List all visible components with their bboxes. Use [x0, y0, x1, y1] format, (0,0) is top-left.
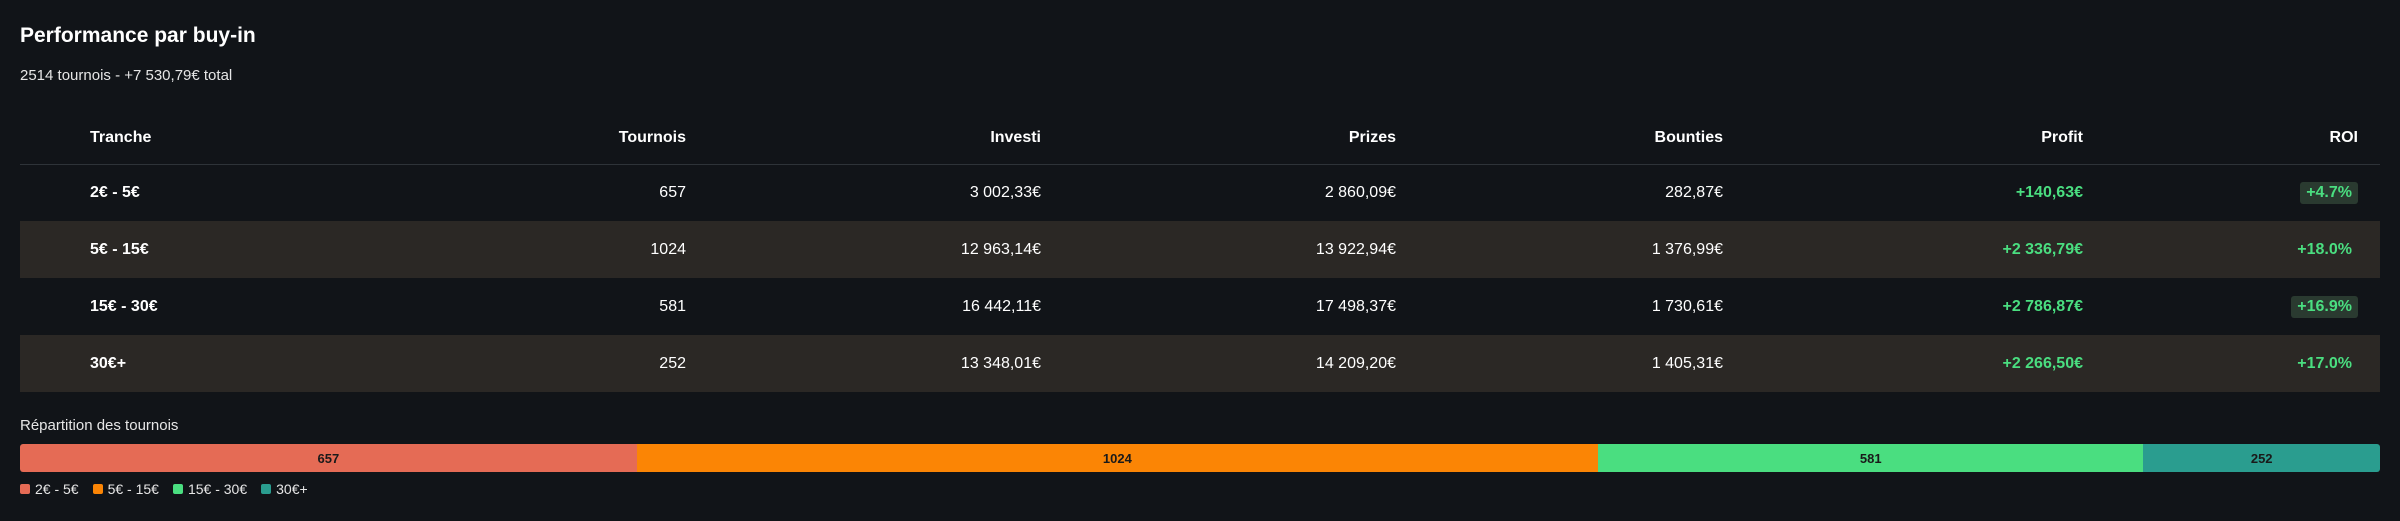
column-header-profit[interactable]: Profit [1723, 112, 2083, 164]
cell-investi: 13 348,01€ [960, 354, 1041, 372]
table-row[interactable]: 2€ - 5€ 657 3 002,33€ 2 860,09€ 282,87€ … [20, 164, 2380, 221]
distribution-label: Répartition des tournois [20, 417, 179, 434]
cell-investi: 16 442,11€ [962, 297, 1041, 315]
cell-prizes: 13 922,94€ [1315, 240, 1396, 258]
cell-tranche: 2€ - 5€ [90, 183, 140, 201]
cell-roi: +18.0% [2083, 221, 2380, 278]
cell-tournois: 581 [659, 297, 686, 315]
panel-subtitle: 2514 tournois - +7 530,79€ total [20, 67, 233, 84]
table-row[interactable]: 30€+ 252 13 348,01€ 14 209,20€ 1 405,31€… [20, 335, 2380, 392]
panel-title: Performance par buy-in [20, 24, 256, 47]
table-row[interactable]: 15€ - 30€ 581 16 442,11€ 17 498,37€ 1 73… [20, 278, 2380, 335]
cell-tranche: 15€ - 30€ [90, 297, 158, 315]
distribution-bar: 657 1024 581 252 [20, 444, 2380, 472]
cell-bounties: 1 730,61€ [1651, 297, 1723, 315]
column-header-investi[interactable]: Investi [686, 112, 1041, 164]
cell-profit: +2 266,50€ [2002, 354, 2083, 372]
distribution-segment-label: 657 [317, 450, 340, 466]
table-row[interactable]: 5€ - 15€ 1024 12 963,14€ 13 922,94€ 1 37… [20, 221, 2380, 278]
distribution-segment-label: 581 [1859, 450, 1882, 466]
cell-prizes: 14 209,20€ [1315, 354, 1396, 372]
roi-badge: +4.7% [2300, 181, 2358, 204]
legend-swatch [92, 484, 103, 494]
distribution-segment[interactable]: 581 [1598, 444, 2144, 472]
cell-investi: 12 963,14€ [960, 240, 1041, 258]
legend-label: 2€ - 5€ [35, 481, 79, 497]
cell-roi: +17.0% [2083, 335, 2380, 392]
distribution-segment-label: 252 [2250, 450, 2273, 466]
cell-prizes: 17 498,37€ [1315, 297, 1396, 315]
distribution-segment-label: 1024 [1102, 450, 1132, 466]
legend-swatch [172, 484, 183, 494]
column-header-prizes[interactable]: Prizes [1041, 112, 1396, 164]
distribution-segment[interactable]: 1024 [636, 444, 1599, 472]
column-header-bounties[interactable]: Bounties [1396, 112, 1723, 164]
cell-roi: +4.7% [2083, 164, 2380, 221]
cell-profit: +140,63€ [2015, 183, 2083, 201]
legend-swatch [20, 484, 30, 494]
cell-bounties: 1 405,31€ [1651, 354, 1723, 372]
cell-bounties: 282,87€ [1665, 183, 1723, 201]
legend-label: 5€ - 15€ [107, 481, 159, 497]
legend-item: 30€+ [261, 481, 308, 497]
legend-label: 30€+ [276, 481, 308, 497]
buyin-performance-panel: Performance par buy-in 2514 tournois - +… [0, 0, 2400, 521]
cell-tournois: 252 [659, 354, 686, 372]
cell-roi: +16.9% [2083, 278, 2380, 335]
cell-investi: 3 002,33€ [969, 183, 1041, 201]
roi-value: +17.0% [2297, 354, 2352, 372]
cell-tournois: 1024 [650, 240, 686, 258]
cell-profit: +2 336,79€ [2002, 240, 2083, 258]
cell-profit: +2 786,87€ [2002, 297, 2083, 315]
column-header-tranche[interactable]: Tranche [20, 112, 360, 164]
column-header-tournois[interactable]: Tournois [360, 112, 686, 164]
distribution-segment[interactable]: 657 [20, 444, 637, 472]
column-header-roi[interactable]: ROI [2083, 112, 2380, 164]
cell-bounties: 1 376,99€ [1651, 240, 1723, 258]
distribution-segment[interactable]: 252 [2143, 444, 2380, 472]
cell-tranche: 5€ - 15€ [90, 240, 149, 258]
performance-table: Tranche Tournois Investi Prizes Bounties… [20, 112, 2380, 392]
cell-tranche: 30€+ [90, 354, 127, 372]
distribution-legend: 2€ - 5€ 5€ - 15€ 15€ - 30€ 30€+ [20, 481, 308, 497]
legend-label: 15€ - 30€ [187, 481, 248, 497]
legend-item: 2€ - 5€ [20, 481, 79, 497]
roi-value: +18.0% [2297, 240, 2352, 258]
cell-tournois: 657 [659, 183, 686, 201]
legend-item: 15€ - 30€ [172, 481, 248, 497]
legend-item: 5€ - 15€ [92, 481, 159, 497]
cell-prizes: 2 860,09€ [1324, 183, 1396, 201]
legend-swatch [261, 484, 272, 494]
table-header-row: Tranche Tournois Investi Prizes Bounties… [20, 112, 2380, 164]
roi-badge: +16.9% [2291, 295, 2358, 318]
